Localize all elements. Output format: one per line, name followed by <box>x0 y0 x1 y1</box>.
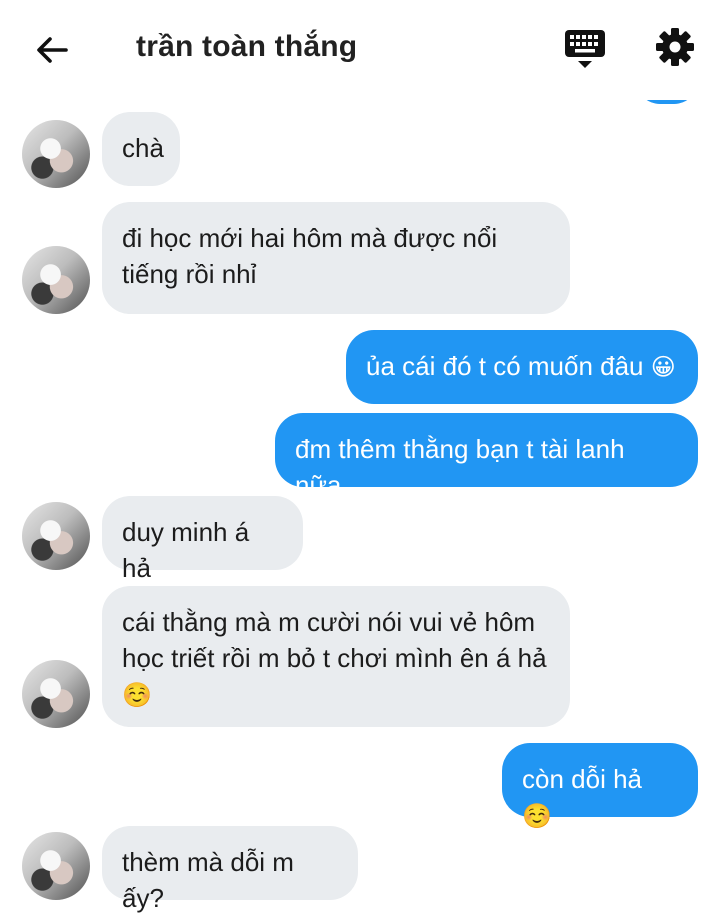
incoming-message-bubble[interactable]: duy minh á hả <box>102 496 303 583</box>
message-text: đm thêm thằng bạn t tài lanh nữa <box>295 434 625 500</box>
incoming-message-bubble[interactable]: chà <box>102 112 180 186</box>
grinning-face-emoji: 😀 <box>650 353 676 381</box>
settings-button[interactable] <box>652 24 698 70</box>
message-text: ủa cái đó t có muốn đâu <box>366 351 644 381</box>
message-text: còn dỗi hả <box>522 764 642 794</box>
message-text: chà <box>122 133 164 163</box>
avatar[interactable] <box>22 660 90 728</box>
arrow-left-icon <box>37 37 68 63</box>
incoming-message-bubble[interactable]: cái thằng mà m cười nói vui vẻ hôm học t… <box>102 586 570 727</box>
smiling-face-emoji: ☺️ <box>522 802 552 830</box>
message-text: duy minh á hả <box>122 517 250 583</box>
smiling-face-emoji: ☺️ <box>122 681 152 709</box>
keyboard-button[interactable] <box>562 26 608 72</box>
avatar[interactable] <box>22 120 90 188</box>
gear-icon <box>656 28 694 66</box>
outgoing-message-bubble[interactable]: ủa cái đó t có muốn đâu 😀 <box>346 330 698 404</box>
message-text: đi học mới hai hôm mà được nổi tiếng rồi… <box>122 223 498 289</box>
incoming-message-bubble[interactable]: đi học mới hai hôm mà được nổi tiếng rồi… <box>102 202 570 314</box>
avatar[interactable] <box>22 246 90 314</box>
avatar[interactable] <box>22 832 90 900</box>
incoming-message-bubble[interactable]: thèm mà dỗi m ấy? <box>102 826 358 913</box>
message-text: cái thằng mà m cười nói vui vẻ hôm học t… <box>122 607 547 673</box>
message-text: thèm mà dỗi m ấy? <box>122 847 294 913</box>
chat-header: trần toàn thắng <box>0 0 720 100</box>
avatar[interactable] <box>22 502 90 570</box>
back-button[interactable] <box>30 28 74 72</box>
outgoing-message-bubble[interactable]: đm thêm thằng bạn t tài lanh nữa <box>275 413 698 500</box>
conversation-title: trần toàn thắng <box>136 30 358 63</box>
outgoing-message-bubble[interactable]: còn dỗi hả ☺️ <box>502 743 698 830</box>
keyboard-icon <box>565 30 605 68</box>
